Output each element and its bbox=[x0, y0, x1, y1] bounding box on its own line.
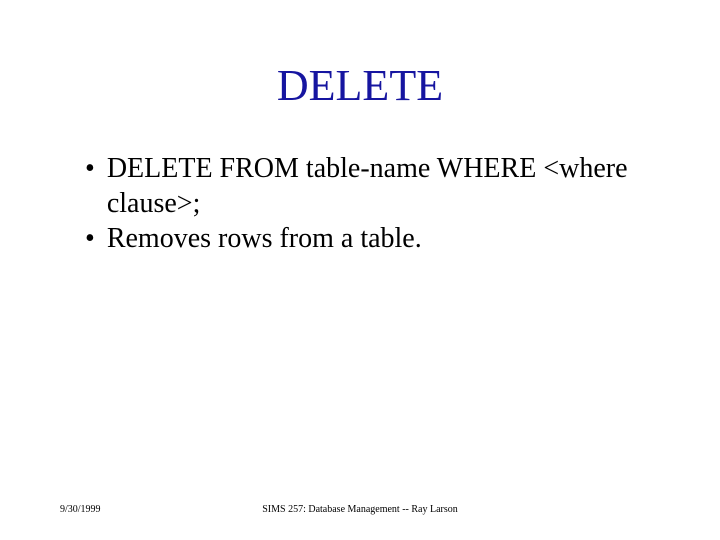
slide-container: DELETE • DELETE FROM table-name WHERE <w… bbox=[0, 0, 720, 540]
bullet-item: • Removes rows from a table. bbox=[85, 221, 660, 256]
footer-date: 9/30/1999 bbox=[60, 504, 101, 515]
slide-content: • DELETE FROM table-name WHERE <where cl… bbox=[60, 151, 660, 256]
footer-course: SIMS 257: Database Management -- Ray Lar… bbox=[262, 504, 458, 515]
bullet-marker: • bbox=[85, 221, 95, 256]
bullet-text: Removes rows from a table. bbox=[107, 221, 660, 256]
slide-title: DELETE bbox=[60, 60, 660, 111]
bullet-item: • DELETE FROM table-name WHERE <where cl… bbox=[85, 151, 660, 221]
bullet-marker: • bbox=[85, 151, 95, 186]
slide-footer: 9/30/1999 SIMS 257: Database Management … bbox=[60, 504, 660, 515]
bullet-text: DELETE FROM table-name WHERE <where clau… bbox=[107, 151, 660, 221]
